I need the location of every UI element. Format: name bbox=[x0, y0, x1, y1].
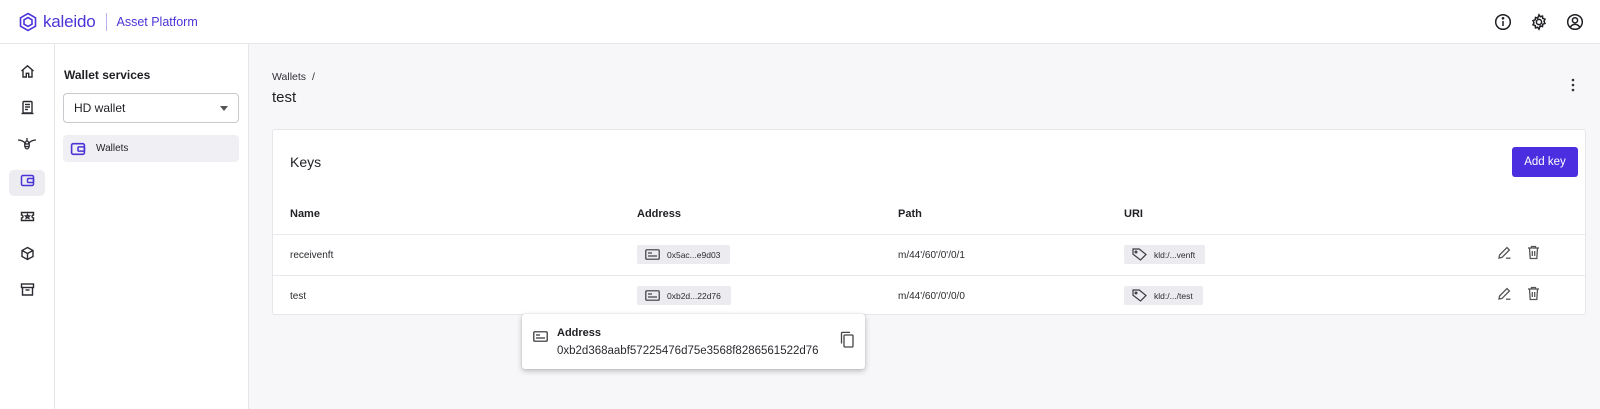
address-chip[interactable]: 0x5ac...e9d03 bbox=[637, 245, 731, 264]
column-header-address: Address bbox=[637, 208, 682, 220]
keys-card: Keys Add key Name Address Path URI recei… bbox=[272, 129, 1586, 315]
edit-icon bbox=[1497, 245, 1512, 265]
main-content: Wallets / test Keys Add key Name Address … bbox=[249, 44, 1600, 409]
breadcrumb: Wallets / bbox=[272, 71, 315, 83]
column-header-uri: URI bbox=[1124, 208, 1143, 220]
rail-archive[interactable] bbox=[9, 279, 45, 305]
account-icon[interactable] bbox=[1564, 11, 1586, 33]
tag-icon bbox=[1132, 248, 1147, 261]
product-name: Asset Platform bbox=[116, 14, 198, 29]
address-chip-text: 0x5ac...e9d03 bbox=[667, 249, 721, 260]
wallet-type-select[interactable]: HD wallet bbox=[63, 93, 239, 123]
rail-wallets[interactable] bbox=[9, 170, 45, 196]
ticket-icon bbox=[20, 209, 35, 229]
copy-icon[interactable] bbox=[840, 331, 854, 348]
cube-icon bbox=[20, 246, 35, 266]
delete-key-button[interactable] bbox=[1524, 286, 1542, 306]
panel-title: Wallet services bbox=[64, 68, 151, 82]
more-vertical-icon bbox=[1571, 78, 1575, 97]
wallet-type-value: HD wallet bbox=[74, 101, 126, 115]
id-card-icon bbox=[645, 290, 660, 301]
popover-label: Address bbox=[557, 327, 602, 339]
brand-name: kaleido bbox=[43, 11, 96, 31]
nav-item-label: Wallets bbox=[96, 143, 129, 154]
edit-key-button[interactable] bbox=[1495, 287, 1513, 305]
nav-item-wallets[interactable]: Wallets bbox=[63, 135, 239, 162]
keys-title: Keys bbox=[290, 154, 322, 170]
top-bar: kaleido Asset Platform bbox=[0, 0, 1600, 44]
info-icon[interactable] bbox=[1492, 11, 1514, 33]
key-path: m/44'/60'/0'/0/1 bbox=[898, 250, 965, 261]
more-options-button[interactable] bbox=[1566, 78, 1580, 96]
brand[interactable]: kaleido Asset Platform bbox=[18, 12, 198, 32]
uri-chip-text: kld:/...venft bbox=[1154, 249, 1196, 260]
edit-key-button[interactable] bbox=[1495, 246, 1513, 264]
breadcrumb-separator: / bbox=[312, 71, 315, 83]
edit-icon bbox=[1497, 286, 1512, 306]
wallet-services-panel: Wallet services HD wallet Wallets bbox=[55, 44, 249, 409]
wallet-icon bbox=[70, 141, 86, 157]
page-title: test bbox=[272, 89, 297, 106]
column-header-path: Path bbox=[898, 208, 922, 220]
rail-documents[interactable] bbox=[9, 97, 45, 123]
brand-divider bbox=[106, 12, 108, 31]
kaleido-logo-icon bbox=[18, 12, 38, 32]
rail-bee[interactable] bbox=[9, 133, 45, 159]
table-row[interactable]: test 0xb2d...22d76 m/44'/60'/0'/0/0 kld:… bbox=[273, 275, 1585, 316]
bee-icon bbox=[17, 136, 37, 156]
gear-icon[interactable] bbox=[1528, 11, 1550, 33]
address-chip-text: 0xb2d...22d76 bbox=[667, 290, 721, 301]
rail-home[interactable] bbox=[9, 61, 45, 87]
breadcrumb-wallets-link[interactable]: Wallets bbox=[272, 71, 306, 83]
document-icon bbox=[20, 100, 35, 120]
id-card-icon bbox=[533, 331, 548, 342]
rail-tickets[interactable] bbox=[9, 206, 45, 232]
table-row[interactable]: receivenft 0x5ac...e9d03 m/44'/60'/0'/0/… bbox=[273, 234, 1585, 275]
address-chip[interactable]: 0xb2d...22d76 bbox=[637, 286, 731, 305]
popover-address-value: 0xb2d368aabf57225476d75e3568f8286561522d… bbox=[557, 345, 819, 357]
rail-cubes[interactable] bbox=[9, 243, 45, 269]
address-popover: Address 0xb2d368aabf57225476d75e3568f828… bbox=[522, 314, 865, 369]
trash-icon bbox=[1527, 286, 1540, 306]
tag-icon bbox=[1132, 289, 1147, 302]
id-card-icon bbox=[645, 249, 660, 260]
left-rail bbox=[0, 44, 55, 409]
trash-icon bbox=[1527, 245, 1540, 265]
home-icon bbox=[20, 64, 35, 84]
column-header-name: Name bbox=[290, 208, 320, 220]
uri-chip-text: kld:/.../test bbox=[1154, 290, 1193, 301]
chevron-down-icon bbox=[220, 106, 228, 111]
key-name: test bbox=[290, 291, 307, 302]
delete-key-button[interactable] bbox=[1524, 245, 1542, 265]
archive-icon bbox=[20, 282, 35, 302]
uri-chip[interactable]: kld:/.../test bbox=[1124, 286, 1203, 305]
add-key-button[interactable]: Add key bbox=[1512, 147, 1578, 177]
wallet-icon bbox=[20, 173, 35, 193]
key-name: receivenft bbox=[290, 250, 334, 261]
uri-chip[interactable]: kld:/...venft bbox=[1124, 245, 1206, 264]
key-path: m/44'/60'/0'/0/0 bbox=[898, 291, 965, 302]
